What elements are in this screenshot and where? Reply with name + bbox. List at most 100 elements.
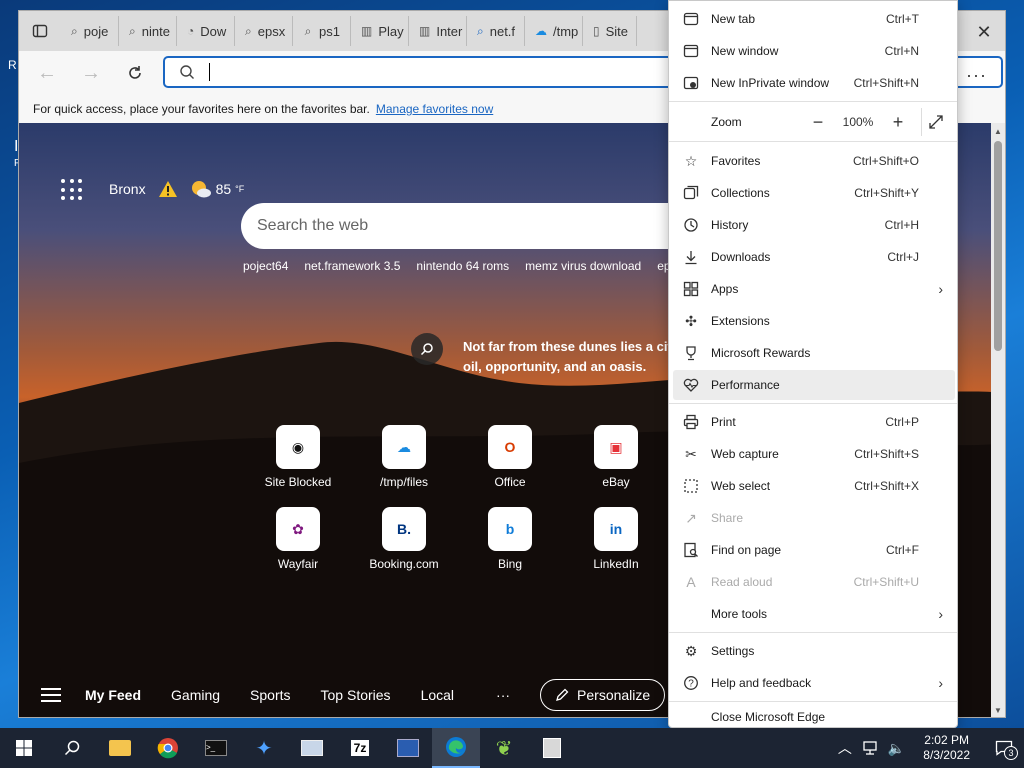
browser-tab[interactable]: ⌕ epsx — [235, 16, 293, 46]
clock[interactable]: 2:02 PM 8/3/2022 — [923, 733, 970, 763]
menu-apps[interactable]: Apps › — [669, 274, 957, 304]
web-search-input[interactable]: Search the web — [241, 203, 701, 249]
browser-tab[interactable]: ▥ Play — [351, 16, 409, 46]
search-button[interactable] — [48, 728, 96, 768]
fullscreen-button[interactable] — [921, 108, 949, 136]
notification-button[interactable]: 3 — [984, 728, 1024, 768]
quick-link-tile[interactable]: B. Booking.com — [351, 507, 457, 571]
image-caption[interactable]: Not far from these dunes lies a cit oil,… — [463, 337, 683, 377]
menu-web-select[interactable]: Web select Ctrl+Shift+X — [669, 471, 957, 501]
menu-new-tab[interactable]: New tab Ctrl+T — [669, 4, 957, 34]
feed-tab-sports[interactable]: Sports — [250, 687, 290, 703]
help-icon: ? — [681, 673, 701, 693]
edge-button[interactable] — [432, 728, 480, 768]
menu-label: Favorites — [711, 154, 761, 168]
apps-icon — [681, 279, 701, 299]
menu-web-capture[interactable]: ✂ Web capture Ctrl+Shift+S — [669, 439, 957, 469]
menu-extensions[interactable]: ✣ Extensions — [669, 306, 957, 336]
menu-label: Web select — [711, 479, 771, 493]
tab-actions-button[interactable] — [19, 11, 61, 51]
menu-label: Apps — [711, 282, 739, 296]
read-aloud-icon: A — [686, 574, 696, 590]
trending-search-link[interactable]: memz virus download — [525, 259, 641, 273]
browser-tab[interactable]: ⌕ poje — [61, 16, 119, 46]
page-icon: ▯ — [593, 24, 600, 38]
browser-tab[interactable]: ◔ Dow — [177, 16, 235, 46]
settings-and-more-button[interactable]: ··· — [966, 65, 987, 86]
close-window-button[interactable]: ✕ — [969, 19, 999, 45]
quick-link-tile[interactable]: ◉ Site Blocked — [245, 425, 351, 489]
menu-close-edge[interactable]: Close Microsoft Edge — [669, 705, 957, 729]
quick-link-tile[interactable]: O Office — [457, 425, 563, 489]
chrome-button[interactable] — [144, 728, 192, 768]
quick-link-tile[interactable]: ✿ Wayfair — [245, 507, 351, 571]
personalize-button[interactable]: Personalize — [540, 679, 666, 711]
browser-tab[interactable]: ▯ Site — [583, 16, 637, 46]
menu-print[interactable]: Print Ctrl+P — [669, 407, 957, 437]
terminal-button[interactable]: >_ — [192, 728, 240, 768]
wayfair-icon: ✿ — [276, 507, 320, 551]
chevron-up-icon[interactable]: ︿ — [838, 738, 852, 758]
app-button[interactable]: ✦ — [240, 728, 288, 768]
app-button[interactable] — [528, 728, 576, 768]
stack-app-icon — [543, 738, 561, 758]
app-button[interactable]: ❦ — [480, 728, 528, 768]
menu-history[interactable]: History Ctrl+H — [669, 210, 957, 240]
menu-settings[interactable]: ⚙ Settings — [669, 636, 957, 666]
quick-link-tile[interactable]: ▣ eBay — [563, 425, 669, 489]
feed-more-button[interactable]: ··· — [496, 687, 510, 703]
page-scrollbar[interactable]: ▲ ▼ — [991, 123, 1005, 717]
quick-link-tile[interactable]: ☁ /tmp/files — [351, 425, 457, 489]
menu-favorites[interactable]: ☆ Favorites Ctrl+Shift+O — [669, 146, 957, 176]
quick-link-label: Booking.com — [369, 557, 439, 571]
trending-search-link[interactable]: net.framework 3.5 — [304, 259, 400, 273]
start-button[interactable] — [0, 728, 48, 768]
menu-new-inprivate[interactable]: New InPrivate window Ctrl+Shift+N — [669, 68, 957, 98]
menu-rewards[interactable]: Microsoft Rewards — [669, 338, 957, 368]
quick-link-tile[interactable]: b Bing — [457, 507, 563, 571]
back-button[interactable]: ← — [25, 51, 69, 95]
7zip-button[interactable]: 7z — [336, 728, 384, 768]
menu-more-tools[interactable]: More tools › — [669, 599, 957, 629]
browser-tab[interactable]: ▥ Inter — [409, 16, 467, 46]
booking-icon: B. — [382, 507, 426, 551]
menu-label: Settings — [711, 644, 755, 658]
network-icon[interactable] — [862, 740, 880, 756]
menu-new-window[interactable]: New window Ctrl+N — [669, 36, 957, 66]
browser-tab[interactable]: ☁ /tmp — [525, 16, 583, 46]
menu-collections[interactable]: Collections Ctrl+Shift+Y — [669, 178, 957, 208]
browser-tab[interactable]: ⌕ ps1 — [293, 16, 351, 46]
scrollbar-thumb[interactable] — [994, 141, 1002, 351]
zoom-in-button[interactable]: + — [883, 112, 913, 133]
forward-button[interactable]: → — [69, 51, 113, 95]
feed-tab-my-feed[interactable]: My Feed — [85, 687, 141, 703]
menu-find-on-page[interactable]: Find on page Ctrl+F — [669, 535, 957, 565]
feed-menu-button[interactable] — [41, 688, 61, 702]
browser-tab[interactable]: ⌕ ninte — [119, 16, 177, 46]
weather-widget[interactable]: Bronx 85 °F — [109, 179, 244, 199]
quick-link-tile[interactable]: in LinkedIn — [563, 507, 669, 571]
trending-search-link[interactable]: nintendo 64 roms — [416, 259, 509, 273]
apps-launcher-button[interactable] — [61, 179, 83, 201]
feed-tab-gaming[interactable]: Gaming — [171, 687, 220, 703]
volume-icon[interactable]: 🔈 — [888, 740, 905, 757]
manage-favorites-link[interactable]: Manage favorites now — [376, 102, 493, 116]
feed-tab-top-stories[interactable]: Top Stories — [321, 687, 391, 703]
file-explorer-button[interactable] — [96, 728, 144, 768]
app-button[interactable] — [288, 728, 336, 768]
scroll-down-arrow[interactable]: ▼ — [994, 706, 1002, 715]
image-info-button[interactable] — [411, 333, 443, 365]
zoom-out-button[interactable]: − — [803, 112, 833, 133]
scroll-up-arrow[interactable]: ▲ — [994, 127, 1002, 136]
download-icon — [681, 247, 701, 267]
browser-tab[interactable]: ⌕ net.f — [467, 16, 525, 46]
quick-link-label: LinkedIn — [593, 557, 639, 571]
feed-tab-local[interactable]: Local — [421, 687, 454, 703]
menu-help[interactable]: ? Help and feedback › — [669, 668, 957, 698]
menu-downloads[interactable]: Downloads Ctrl+J — [669, 242, 957, 272]
menu-performance[interactable]: Performance — [673, 370, 955, 400]
quick-link-label: Wayfair — [277, 557, 319, 571]
refresh-button[interactable] — [113, 51, 157, 95]
app-button[interactable] — [384, 728, 432, 768]
trending-search-link[interactable]: poject64 — [243, 259, 288, 273]
